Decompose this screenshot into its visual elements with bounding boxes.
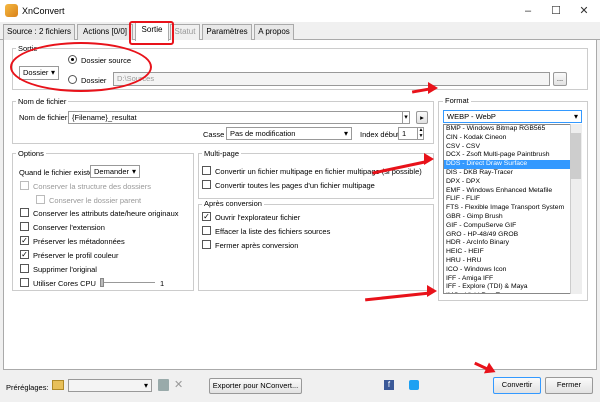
sortie-highlight	[10, 42, 152, 92]
cores-value: 1	[160, 279, 165, 288]
browse-button[interactable]: ...	[553, 72, 567, 86]
format-list-item[interactable]: CIN - Kodak Cineon	[444, 134, 581, 143]
open-explorer-checkbox[interactable]: ✓	[202, 212, 211, 221]
format-list-item[interactable]: EMF - Windows Enhanced Metafile	[444, 187, 581, 196]
tab-highlight	[129, 21, 174, 45]
options-group-label: Options	[16, 149, 46, 158]
cores-slider-thumb[interactable]	[100, 278, 104, 287]
format-list-item[interactable]: IFF - Explore (TDI) & Maya	[444, 283, 581, 292]
save-icon[interactable]	[158, 379, 169, 391]
delete-orig-label: Supprimer l'original	[33, 265, 97, 274]
arrow-format-head	[428, 82, 438, 94]
keep-profile-checkbox[interactable]: ✓	[20, 250, 29, 259]
keep-parent-label: Conserver le dossier parent	[49, 196, 142, 205]
format-list-item[interactable]: GIF - CompuServe GIF	[444, 222, 581, 231]
filename-input[interactable]: {Filename}_resultat	[68, 111, 408, 124]
format-list-item[interactable]: HRU - HRU	[444, 257, 581, 266]
keep-ext-label: Conserver l'extension	[33, 223, 105, 232]
tab-statut: Statut	[170, 24, 200, 40]
convert-all-checkbox[interactable]	[202, 180, 211, 189]
twitter-icon[interactable]	[409, 380, 419, 390]
format-list-item[interactable]: CSV - CSV	[444, 143, 581, 152]
format-list-item[interactable]: DCX - Zsoft Multi-page Paintbrush	[444, 151, 581, 160]
folder-icon[interactable]	[52, 380, 64, 390]
close-after-label: Fermer après conversion	[215, 241, 299, 250]
format-list-item[interactable]: GRO - HP-48/49 GROB	[444, 231, 581, 240]
facebook-icon[interactable]: f	[384, 380, 394, 390]
exists-select[interactable]: Demander	[90, 165, 140, 178]
cores-slider-track[interactable]	[100, 282, 155, 283]
keep-dates-label: Conserver les attributs date/heure origi…	[33, 209, 179, 218]
keep-meta-label: Préserver les métadonnées	[33, 237, 125, 246]
format-list-item[interactable]: ICO - Windows Icon	[444, 266, 581, 275]
format-list-item[interactable]: DIS - DKB Ray-Tracer	[444, 169, 581, 178]
convert-all-label: Convertir toutes les pages d'un fichier …	[215, 181, 375, 190]
tab-actions[interactable]: Actions [0/0]	[77, 24, 133, 40]
format-scroll-thumb[interactable]	[571, 133, 581, 179]
keep-profile-label: Préserver le profil couleur	[33, 251, 119, 260]
casse-select[interactable]: Pas de modification	[226, 127, 352, 140]
close-button[interactable]: Fermer	[545, 377, 593, 394]
keep-parent-checkbox	[36, 195, 45, 204]
format-select[interactable]: WEBP - WebP	[443, 110, 582, 123]
multipage-group	[198, 153, 434, 199]
format-list-item[interactable]: FLIF - FLIF	[444, 195, 581, 204]
tab-apropos[interactable]: A propos	[254, 24, 294, 40]
close-icon[interactable]: ✕	[570, 0, 598, 22]
format-list-item[interactable]: FTS - Flexible Image Transport System	[444, 204, 581, 213]
format-list-item[interactable]: HEIC - HEIF	[444, 248, 581, 257]
cores-label: Utiliser Cores CPU	[33, 279, 96, 288]
keep-ext-checkbox[interactable]	[20, 222, 29, 231]
filename-group-label: Nom de fichier	[16, 97, 69, 106]
delete-orig-checkbox[interactable]	[20, 264, 29, 273]
format-list-item[interactable]: IMG - Vivid Ray-Tracer	[444, 292, 581, 293]
tab-parametres[interactable]: Paramètres	[202, 24, 252, 40]
format-list-item[interactable]: HDR - ArcInfo Binary	[444, 239, 581, 248]
filename-dropdown[interactable]: ▾	[402, 111, 410, 124]
tab-source[interactable]: Source : 2 fichiers	[3, 24, 75, 40]
index-label: Index début	[360, 130, 400, 139]
format-list-item[interactable]: IFF - Amiga IFF	[444, 275, 581, 284]
clear-list-label: Effacer la liste des fichiers sources	[215, 227, 331, 236]
presets-label: Préréglages:	[6, 383, 49, 392]
clear-list-checkbox[interactable]	[202, 226, 211, 235]
format-list-item[interactable]: GBR - Gimp Brush	[444, 213, 581, 222]
index-spinner[interactable]: ▲ ▼	[417, 127, 424, 140]
after-group-label: Après conversion	[202, 199, 264, 208]
filename-label: Nom de fichier	[19, 113, 68, 122]
format-list-item[interactable]: BMP - Windows Bitmap RGB565	[444, 125, 581, 134]
title-bar	[0, 0, 600, 22]
format-list-item[interactable]: DDS - Direct Draw Surface	[444, 160, 581, 169]
delete-icon[interactable]: ✕	[174, 378, 183, 391]
format-list-item[interactable]: DPX - DPX	[444, 178, 581, 187]
cores-checkbox[interactable]	[20, 278, 29, 287]
keep-dates-checkbox[interactable]	[20, 208, 29, 217]
convert-one-checkbox[interactable]	[202, 166, 211, 175]
insert-button[interactable]: ▸	[416, 111, 428, 124]
close-after-checkbox[interactable]	[202, 240, 211, 249]
output-path-input[interactable]: D:\Sources	[113, 72, 550, 86]
arrow-dds-head	[424, 153, 434, 165]
presets-select[interactable]	[68, 379, 152, 392]
multipage-group-label: Multi-page	[202, 149, 242, 158]
open-explorer-label: Ouvrir l'explorateur fichier	[215, 213, 301, 222]
convert-label: Convertir	[501, 380, 533, 389]
format-list[interactable]: BMP - Windows Bitmap RGB565 CIN - Kodak C…	[443, 124, 582, 294]
export-nconvert-label: Exporter pour NConvert...	[212, 381, 299, 390]
keep-structure-checkbox	[20, 181, 29, 190]
export-nconvert-button[interactable]: Exporter pour NConvert...	[209, 378, 302, 394]
keep-structure-label: Conserver la structure des dossiers	[33, 182, 151, 191]
tab-bar: Source : 2 fichiers Actions [0/0] Sortie…	[0, 22, 600, 41]
maximize-icon[interactable]: ☐	[542, 0, 570, 22]
app-icon	[5, 4, 18, 17]
keep-meta-checkbox[interactable]: ✓	[20, 236, 29, 245]
arrow-list-head	[427, 285, 437, 297]
convert-button[interactable]: Convertir	[493, 377, 541, 394]
window-title: XnConvert	[22, 6, 65, 16]
exists-label: Quand le fichier existe	[19, 168, 94, 177]
casse-label: Casse	[203, 130, 225, 139]
minimize-icon[interactable]: –	[514, 0, 542, 22]
close-label: Fermer	[556, 380, 582, 389]
format-group-label: Format	[443, 96, 471, 105]
